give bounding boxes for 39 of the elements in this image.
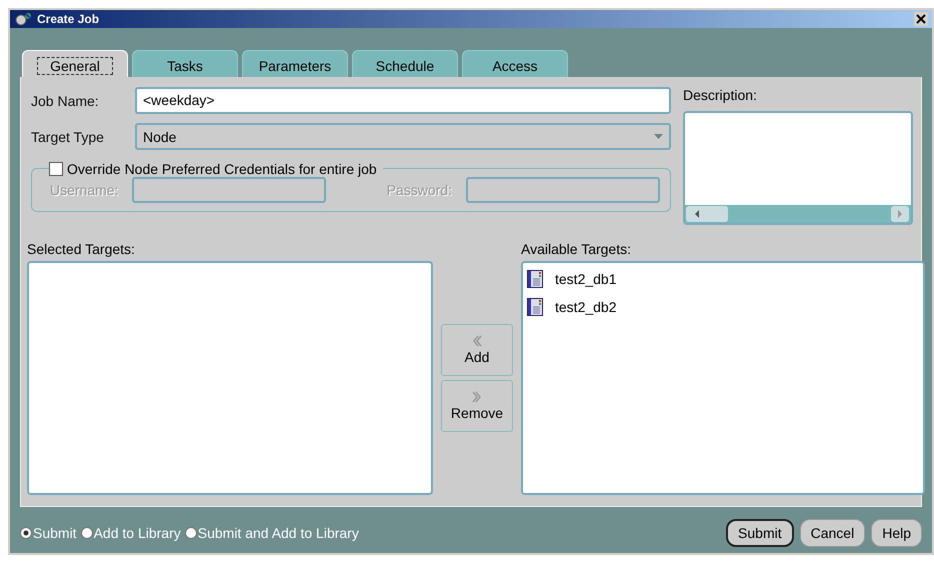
field-label: Job Name: [31, 92, 100, 108]
list-label: Selected Targets: [27, 241, 136, 257]
list-item[interactable]: test2_db2 [555, 299, 616, 315]
dialog-button[interactable]: Cancel [800, 519, 866, 547]
dropdown-arrow-icon [654, 134, 663, 139]
job-name-field[interactable]: <weekday> [135, 87, 671, 114]
remove-button[interactable]: Remove [441, 380, 513, 432]
close-icon[interactable] [914, 12, 928, 26]
dialog-button[interactable]: Submit [726, 519, 794, 547]
radio-label: Submit and Add to Library [198, 525, 359, 541]
target-type-dropdown[interactable]: Node [135, 123, 671, 150]
add-button[interactable]: Add [441, 324, 513, 376]
checkbox-label: Override Node Preferred Credentials for entire job [67, 161, 377, 177]
radio-button[interactable] [184, 527, 197, 539]
database-icon [527, 270, 543, 288]
double-chevron-right-icon [472, 391, 482, 403]
horizontal-scrollbar[interactable] [685, 205, 911, 223]
list-item[interactable]: test2_db1 [555, 271, 616, 287]
double-chevron-left-icon [472, 335, 482, 347]
radio-button[interactable] [20, 527, 32, 539]
radio-button[interactable] [80, 527, 93, 539]
field-label: Description: [683, 87, 758, 103]
selected-targets-list[interactable] [27, 261, 433, 495]
tab[interactable]: Schedule [352, 50, 458, 77]
dialog-button[interactable]: Help [871, 519, 922, 547]
tab[interactable]: Parameters [242, 50, 348, 77]
password-field[interactable] [466, 177, 660, 203]
radio-label: Add to Library [94, 525, 181, 541]
app-icon [14, 11, 34, 27]
window-title: Create Job [37, 12, 100, 26]
tab[interactable]: General [22, 50, 128, 77]
field-label: Target Type [31, 128, 105, 144]
radio-label: Submit [33, 525, 77, 541]
tab[interactable]: Tasks [132, 50, 238, 77]
tab[interactable]: Access [462, 50, 568, 77]
username-field[interactable] [132, 177, 326, 203]
list-label: Available Targets: [521, 241, 632, 257]
database-icon [527, 298, 543, 316]
description-field[interactable] [683, 111, 913, 225]
